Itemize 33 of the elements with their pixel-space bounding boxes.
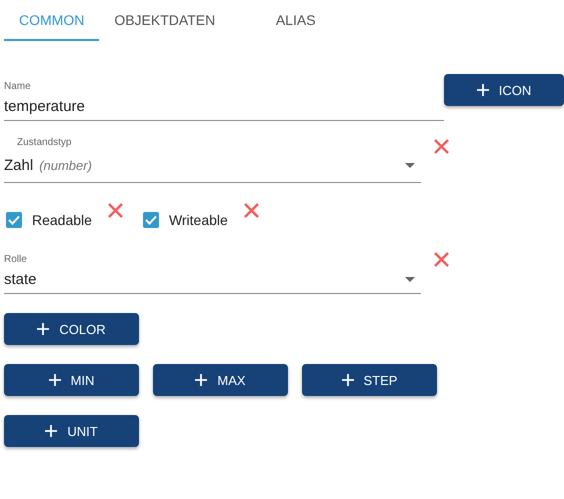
field-label: Rolle bbox=[4, 254, 28, 265]
field-value: temperature bbox=[4, 98, 85, 114]
state-type-select[interactable]: Zustandstyp Zahl (number) bbox=[4, 133, 421, 183]
tab[interactable]: ALIAS bbox=[250, 0, 342, 41]
add-button[interactable]: MAX bbox=[153, 364, 288, 396]
role-select[interactable]: Rolle state bbox=[4, 250, 421, 294]
select-value: Zahl (number) bbox=[4, 156, 92, 174]
plus-icon bbox=[195, 374, 208, 386]
plus-icon bbox=[45, 425, 58, 437]
plus-icon bbox=[37, 323, 50, 335]
delete-icon[interactable] bbox=[434, 252, 449, 267]
field-label: Name bbox=[4, 81, 32, 92]
add-button[interactable]: STEP bbox=[302, 364, 437, 396]
delete-icon[interactable] bbox=[108, 203, 123, 218]
name-field[interactable]: Name temperature bbox=[4, 77, 444, 121]
checkbox-label: Readable bbox=[32, 212, 92, 228]
delete-icon[interactable] bbox=[244, 203, 259, 218]
select-value: state bbox=[4, 270, 37, 288]
checkbox-label: Writeable bbox=[168, 212, 228, 228]
plus-icon bbox=[342, 374, 354, 386]
plus-icon bbox=[476, 84, 489, 96]
add-button[interactable]: COLOR bbox=[4, 313, 139, 345]
checkbox[interactable] bbox=[6, 212, 22, 228]
plus-icon bbox=[48, 374, 61, 386]
checkbox[interactable] bbox=[142, 212, 159, 228]
tab[interactable]: OBJEKTDATEN bbox=[99, 0, 230, 41]
add-icon-button[interactable]: ICON bbox=[444, 74, 564, 106]
delete-icon[interactable] bbox=[434, 139, 449, 154]
field-label: Zustandstyp bbox=[17, 137, 72, 148]
add-button[interactable]: MIN bbox=[4, 364, 139, 396]
dropdown-caret-icon bbox=[405, 276, 415, 282]
dropdown-caret-icon bbox=[405, 162, 415, 168]
add-button[interactable]: UNIT bbox=[4, 415, 139, 447]
